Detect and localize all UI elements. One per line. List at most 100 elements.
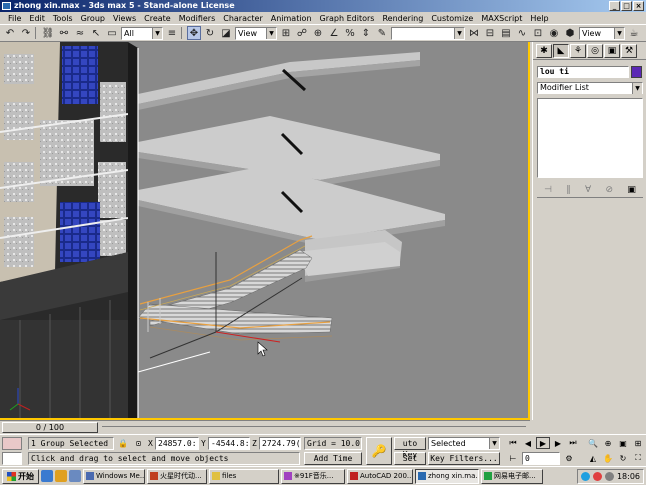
menu-maxscript[interactable]: MAXScript: [477, 14, 526, 23]
modifier-list-dropdown[interactable]: Modifier List ▼: [537, 82, 643, 94]
modify-tab-icon[interactable]: ◣: [553, 44, 569, 58]
object-name-field[interactable]: lou ti: [537, 66, 629, 78]
spinner-snap-icon[interactable]: ⇕: [359, 26, 373, 40]
utilities-tab-icon[interactable]: ⚒: [621, 44, 637, 58]
absolute-transform-icon[interactable]: ⊡: [136, 437, 141, 450]
configure-sets-icon[interactable]: ▣: [627, 185, 636, 195]
menu-views[interactable]: Views: [109, 14, 140, 23]
start-button[interactable]: 开始: [2, 468, 39, 484]
add-time-tag-button[interactable]: Add Time Tag: [304, 452, 362, 474]
qq-icon[interactable]: [580, 472, 590, 481]
display-tab-icon[interactable]: ▣: [604, 44, 620, 58]
select-object-icon[interactable]: ↖: [89, 26, 103, 40]
select-region-icon[interactable]: ▭: [105, 26, 119, 40]
zoom-extents-all-icon[interactable]: ⊞: [631, 437, 645, 449]
menu-help[interactable]: Help: [526, 14, 552, 23]
arc-rotate-icon[interactable]: ↻: [616, 452, 630, 464]
task-files[interactable]: files: [209, 468, 279, 484]
zoom-all-icon[interactable]: ⊕: [601, 437, 615, 449]
field-of-view-icon[interactable]: ◭: [586, 452, 600, 464]
make-unique-icon[interactable]: ∀: [585, 185, 591, 195]
remove-modifier-icon[interactable]: ⊘: [606, 185, 614, 195]
angle-snap-icon[interactable]: ∠: [327, 26, 341, 40]
mirror-icon[interactable]: ⋈: [467, 26, 481, 40]
pivot-center-icon[interactable]: ⊞: [279, 26, 293, 40]
menu-edit[interactable]: Edit: [25, 14, 49, 23]
time-slider[interactable]: 0 / 100: [0, 420, 530, 434]
modifier-stack-list[interactable]: [537, 98, 643, 178]
align-icon[interactable]: ⊟: [483, 26, 497, 40]
task-music[interactable]: ※91F音乐...: [281, 468, 345, 484]
percent-snap-icon[interactable]: %: [343, 26, 357, 40]
maxscript-listener-swatch[interactable]: [2, 437, 22, 450]
go-to-end-icon[interactable]: ⏭: [566, 437, 580, 449]
motion-tab-icon[interactable]: ◎: [587, 44, 603, 58]
play-icon[interactable]: ▶: [536, 437, 550, 449]
menu-graph-editors[interactable]: Graph Editors: [316, 14, 379, 23]
menu-create[interactable]: Create: [140, 14, 175, 23]
y-coordinate-field[interactable]: -4544.8:: [208, 437, 250, 450]
select-by-name-icon[interactable]: ≡: [165, 26, 179, 40]
reference-coordinate-dropdown[interactable]: View ▼: [235, 26, 277, 40]
unlink-icon[interactable]: ⚯: [57, 26, 71, 40]
menu-customize[interactable]: Customize: [427, 14, 477, 23]
link-icon[interactable]: ⛓: [41, 26, 55, 40]
menu-animation[interactable]: Animation: [267, 14, 316, 23]
zoom-extents-icon[interactable]: ▣: [616, 437, 630, 449]
schematic-view-icon[interactable]: ⊡: [531, 26, 545, 40]
quick-render-icon[interactable]: ☕: [627, 26, 641, 40]
auto-key-button[interactable]: uto Key: [394, 437, 426, 459]
outlook-icon[interactable]: [55, 470, 67, 482]
menu-group[interactable]: Group: [77, 14, 109, 23]
select-scale-icon[interactable]: ◪: [219, 26, 233, 40]
menu-file[interactable]: File: [4, 14, 25, 23]
menu-modifiers[interactable]: Modifiers: [175, 14, 220, 23]
key-mode-toggle-icon[interactable]: ⊢: [506, 452, 520, 464]
ie-icon[interactable]: [41, 470, 53, 482]
named-selection-icon[interactable]: ✎: [375, 26, 389, 40]
time-slider-thumb[interactable]: 0 / 100: [2, 422, 98, 433]
show-end-result-icon[interactable]: ‖: [566, 185, 571, 195]
menu-tools[interactable]: Tools: [49, 14, 77, 23]
redo-icon[interactable]: ↷: [19, 26, 33, 40]
layer-manager-icon[interactable]: ▤: [499, 26, 513, 40]
volume-icon[interactable]: [604, 472, 614, 481]
perspective-viewport[interactable]: [0, 42, 530, 420]
task-3dsmax[interactable]: zhong xin.ma...: [415, 468, 479, 484]
zoom-icon[interactable]: 🔍: [586, 437, 600, 449]
render-scene-icon[interactable]: ⬢: [563, 26, 577, 40]
time-config-icon[interactable]: ⚙: [562, 452, 576, 464]
key-mode-dropdown[interactable]: Selected ▼: [428, 437, 500, 450]
selection-filter-dropdown[interactable]: All ▼: [121, 26, 163, 40]
z-coordinate-field[interactable]: 2724.79(: [259, 437, 301, 450]
pan-icon[interactable]: ✋: [601, 452, 615, 464]
object-color-swatch[interactable]: [631, 66, 642, 78]
named-selection-dropdown[interactable]: ▼: [391, 26, 465, 40]
menu-character[interactable]: Character: [219, 14, 267, 23]
bind-space-warp-icon[interactable]: ≈: [73, 26, 87, 40]
x-coordinate-field[interactable]: 24857.0:: [155, 437, 199, 450]
task-mars-animation[interactable]: 火星时代动...: [147, 468, 207, 484]
undo-icon[interactable]: ↶: [3, 26, 17, 40]
go-to-start-icon[interactable]: ⏮: [506, 437, 520, 449]
task-netease-mail[interactable]: 网易电子邮...: [481, 468, 543, 484]
material-editor-icon[interactable]: ◉: [547, 26, 561, 40]
current-frame-field[interactable]: 0: [522, 452, 560, 465]
lock-selection-icon[interactable]: 🔒: [118, 437, 128, 450]
task-autocad[interactable]: AutoCAD 200...: [347, 468, 413, 484]
pin-stack-icon[interactable]: ⊣: [544, 185, 552, 195]
previous-frame-icon[interactable]: ◀: [521, 437, 535, 449]
select-move-icon[interactable]: ✥: [187, 26, 201, 40]
show-desktop-icon[interactable]: [69, 470, 81, 482]
maximize-button[interactable]: □: [621, 1, 632, 11]
maxscript-mini-listener[interactable]: [2, 452, 22, 465]
key-filters-button[interactable]: Key Filters...: [428, 452, 500, 465]
next-frame-icon[interactable]: ▶: [551, 437, 565, 449]
close-button[interactable]: ×: [633, 1, 644, 11]
hierarchy-tab-icon[interactable]: ⚘: [570, 44, 586, 58]
render-view-dropdown[interactable]: View ▼: [579, 26, 625, 40]
set-key-button[interactable]: Set Key: [394, 452, 426, 474]
maximize-viewport-icon[interactable]: ⛶: [631, 452, 645, 464]
minimize-button[interactable]: _: [609, 1, 620, 11]
curve-editor-icon[interactable]: ∿: [515, 26, 529, 40]
